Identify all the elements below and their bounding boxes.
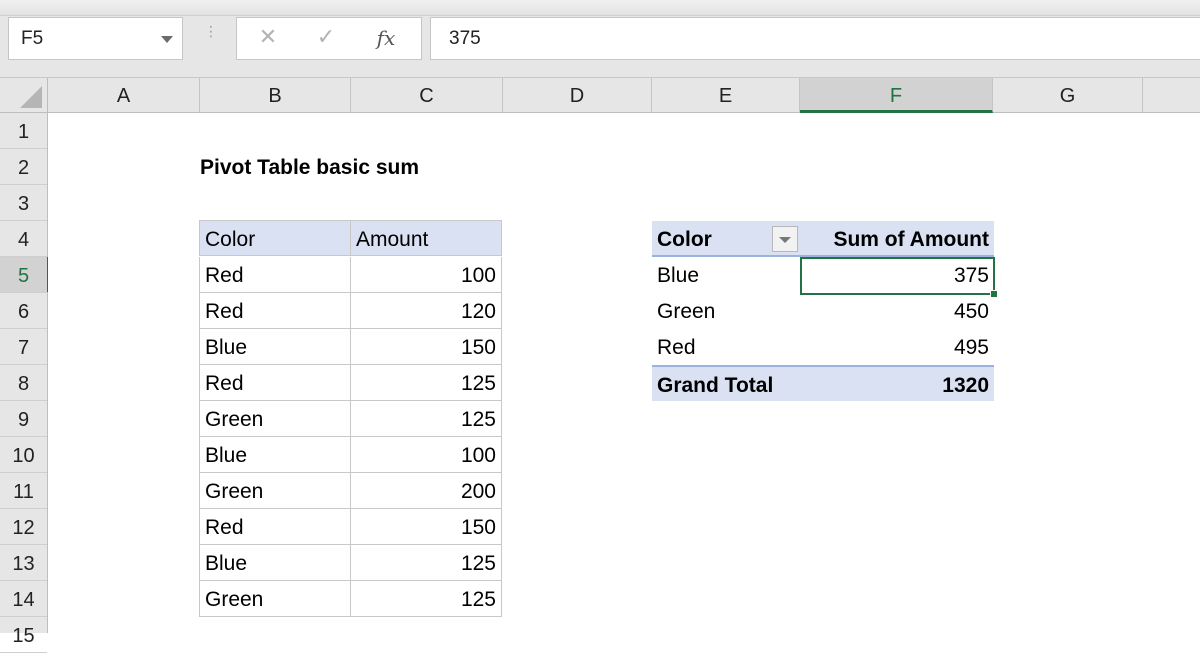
formula-input[interactable]: 375 (430, 17, 1200, 60)
drag-handle-icon[interactable]: ⋮ (204, 24, 218, 50)
source-cell-amount[interactable]: 200 (351, 473, 502, 509)
source-cell-amount[interactable]: 150 (351, 509, 502, 545)
column-header-c[interactable]: C (351, 78, 503, 112)
source-cell-amount[interactable]: 125 (351, 401, 502, 437)
check-icon[interactable]: ✓ (311, 24, 341, 50)
pivot-row-label[interactable]: Blue (652, 257, 800, 293)
cancel-icon[interactable]: ✕ (253, 24, 283, 50)
source-cell-color[interactable]: Green (199, 581, 351, 617)
row-header-column: 1 2 3 4 5 6 7 8 9 10 11 12 13 14 15 (0, 113, 50, 653)
pivot-row-value[interactable]: 375 (800, 257, 994, 293)
source-cell-color[interactable]: Green (199, 473, 351, 509)
chevron-down-icon (779, 237, 791, 243)
row-header-9[interactable]: 9 (0, 401, 47, 437)
source-cell-color[interactable]: Red (199, 509, 351, 545)
source-cell-color[interactable]: Blue (199, 545, 351, 581)
source-cell-amount[interactable]: 100 (351, 257, 502, 293)
row-header-12[interactable]: 12 (0, 509, 47, 545)
source-cell-color[interactable]: Blue (199, 329, 351, 365)
column-header-d[interactable]: D (503, 78, 652, 112)
row-header-10[interactable]: 10 (0, 437, 47, 473)
name-box-value: F5 (21, 28, 44, 49)
grand-total-label[interactable]: Grand Total (652, 365, 800, 401)
fill-handle[interactable] (990, 290, 998, 298)
source-cell-amount[interactable]: 120 (351, 293, 502, 329)
sheet-title: Pivot Table basic sum (200, 156, 420, 179)
pivot-header-sum[interactable]: Sum of Amount (800, 221, 994, 257)
name-box[interactable]: F5 (8, 17, 183, 60)
source-cell-color[interactable]: Blue (199, 437, 351, 473)
pivot-row-label[interactable]: Green (652, 293, 800, 329)
source-cell-amount[interactable]: 125 (351, 545, 502, 581)
pivot-row-label[interactable]: Red (652, 329, 800, 365)
source-cell-color[interactable]: Green (199, 401, 351, 437)
chevron-down-icon[interactable] (161, 36, 173, 43)
source-header-amount[interactable]: Amount (351, 220, 502, 256)
grand-total-value[interactable]: 1320 (800, 365, 994, 401)
column-header-a[interactable]: A (48, 78, 200, 112)
source-cell-color[interactable]: Red (199, 293, 351, 329)
row-header-11[interactable]: 11 (0, 473, 47, 509)
source-header-color[interactable]: Color (199, 220, 351, 256)
column-header-e[interactable]: E (652, 78, 800, 112)
formula-buttons: ✕ ✓ fx (236, 17, 422, 60)
source-cell-color[interactable]: Red (199, 365, 351, 401)
formula-value: 375 (449, 28, 481, 49)
row-header-7[interactable]: 7 (0, 329, 47, 365)
row-header-5[interactable]: 5 (0, 257, 50, 293)
row-header-4[interactable]: 4 (0, 221, 47, 257)
source-cell-amount[interactable]: 125 (351, 365, 502, 401)
row-header-13[interactable]: 13 (0, 545, 47, 581)
row-header-8[interactable]: 8 (0, 365, 47, 401)
source-cell-amount[interactable]: 100 (351, 437, 502, 473)
row-header-14[interactable]: 14 (0, 581, 47, 617)
row-header-1[interactable]: 1 (0, 113, 47, 149)
row-header-6[interactable]: 6 (0, 293, 47, 329)
pivot-row-value[interactable]: 495 (800, 329, 994, 365)
source-cell-amount[interactable]: 150 (351, 329, 502, 365)
column-header-h[interactable] (1143, 78, 1200, 112)
select-all-triangle-icon (20, 86, 42, 108)
row-header-2[interactable]: 2 (0, 149, 47, 185)
column-header-f[interactable]: F (800, 78, 993, 113)
source-cell-color[interactable]: Red (199, 257, 351, 293)
row-header-3[interactable]: 3 (0, 185, 47, 221)
source-cell-amount[interactable]: 125 (351, 581, 502, 617)
pivot-row-value[interactable]: 450 (800, 293, 994, 329)
column-header-b[interactable]: B (200, 78, 351, 112)
column-header-row: A B C D E F G (0, 78, 1200, 113)
ribbon-edge (0, 0, 1200, 16)
column-header-g[interactable]: G (993, 78, 1143, 112)
insert-function-icon[interactable]: fx (371, 26, 401, 50)
row-header-15[interactable]: 15 (0, 617, 47, 653)
